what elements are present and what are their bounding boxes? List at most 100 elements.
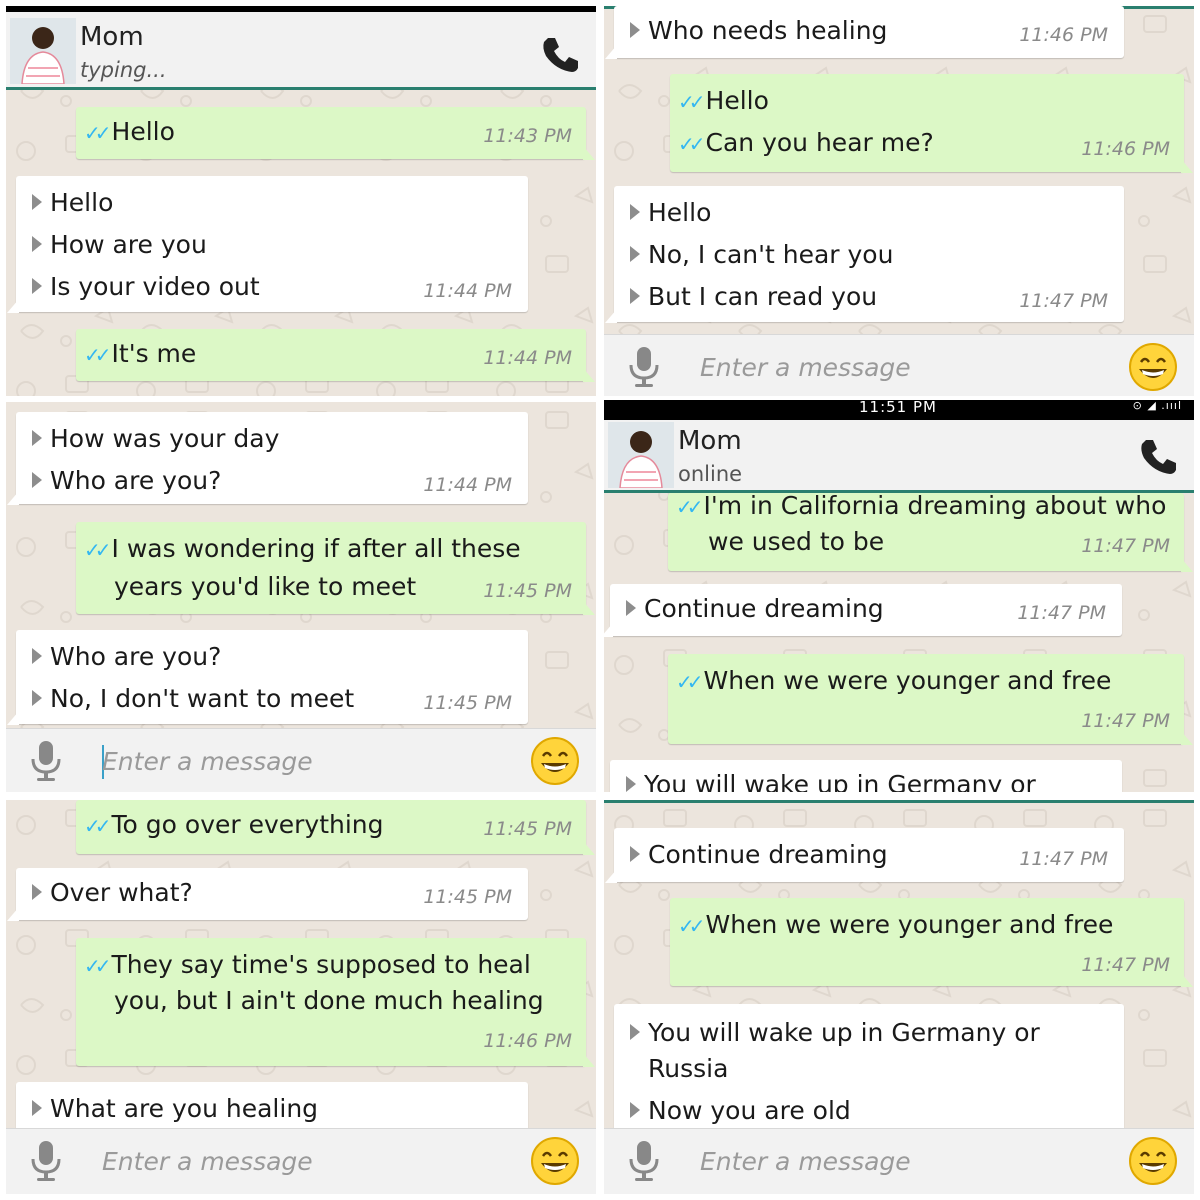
chat-panel-3: How was your day Who are you? 11:44 PM ✓… (6, 402, 596, 792)
message-time: 11:45 PM (483, 580, 572, 602)
message-text: Hello (648, 198, 712, 227)
message-arrow-icon (626, 776, 636, 792)
message-arrow-icon (32, 472, 42, 488)
incoming-message[interactable]: How was your day Who are you? 11:44 PM (7, 412, 528, 505)
message-input[interactable]: Enter a message (102, 747, 313, 776)
outgoing-message[interactable]: ✓✓ I was wondering if after all these yea… (76, 522, 595, 615)
double-check-icon: ✓✓ (84, 343, 111, 367)
message-text: I'm in California dreaming about who (703, 491, 1167, 520)
message-text: It's me (111, 339, 197, 368)
outgoing-message[interactable]: ✓✓ They say time's supposed to heal you, … (76, 938, 595, 1067)
message-arrow-icon (630, 288, 640, 304)
message-time: 11:47 PM (1019, 290, 1108, 312)
message-text: Who are you? (50, 642, 222, 671)
message-text: But I can read you (648, 282, 878, 311)
avatar[interactable] (608, 422, 674, 488)
mic-icon[interactable] (624, 345, 664, 389)
contact-name: Mom (678, 426, 742, 456)
message-time: 11:47 PM (1019, 848, 1108, 870)
message-arrow-icon (630, 1024, 640, 1040)
chat-panel-2: Who needs healing 11:46 PM ✓✓ Hello ✓✓ Can… (604, 6, 1194, 396)
message-text: They say time's supposed to heal (111, 950, 531, 979)
incoming-message[interactable]: Who are you? No, I don't want to meet 11… (7, 630, 528, 725)
double-check-icon: ✓✓ (678, 914, 705, 938)
message-text: Who needs healing (648, 16, 888, 45)
message-input[interactable]: Enter a message (700, 353, 911, 382)
mic-icon[interactable] (26, 1139, 66, 1183)
contact-status: online (678, 462, 743, 486)
message-text: I was wondering if after all these (111, 534, 521, 563)
incoming-message[interactable]: Who needs healing 11:46 PM (605, 6, 1124, 59)
message-arrow-icon (32, 194, 42, 210)
incoming-message[interactable]: Hello How are you Is your video out 11:4… (7, 176, 528, 313)
message-input-bar: Enter a message (6, 1128, 596, 1194)
message-time: 11:43 PM (483, 125, 572, 147)
incoming-message[interactable]: You will wake up in Germany or (610, 760, 1122, 792)
outgoing-message[interactable]: ✓✓ I'm in California dreaming about who w… (668, 491, 1193, 572)
message-text: How are you (50, 230, 207, 259)
incoming-message[interactable]: Continue dreaming 11:47 PM (604, 584, 1122, 637)
message-text: When we were younger and free (703, 666, 1112, 695)
chat-panel-1: Mom typing... ✓✓ Hello 11:43 PM Hello How… (6, 6, 596, 396)
message-text: You will wake up in Germany or (648, 1018, 1040, 1047)
mic-icon[interactable] (624, 1139, 664, 1183)
message-time: 11:47 PM (1081, 954, 1170, 976)
outgoing-message[interactable]: ✓✓ To go over everything 11:45 PM (76, 800, 595, 855)
message-arrow-icon (32, 690, 42, 706)
message-arrow-icon (32, 430, 42, 446)
message-arrow-icon (626, 600, 636, 616)
message-text: When we were younger and free (705, 910, 1114, 939)
emoji-icon[interactable] (1128, 342, 1178, 392)
double-check-icon: ✓✓ (84, 538, 111, 562)
emoji-icon[interactable] (530, 736, 580, 786)
message-time: 11:44 PM (423, 280, 512, 302)
emoji-icon[interactable] (1128, 1136, 1178, 1186)
contact-status: typing... (80, 58, 167, 82)
incoming-message[interactable]: What are you healing (16, 1082, 528, 1134)
message-input-bar: Enter a message (6, 728, 596, 792)
outgoing-message[interactable]: ✓✓ Hello ✓✓ Can you hear me? 11:46 PM (670, 74, 1193, 173)
message-text: Hello (111, 117, 175, 146)
outgoing-message[interactable]: ✓✓ Hello 11:43 PM (76, 107, 595, 160)
message-text: You will wake up in Germany or (644, 770, 1036, 792)
message-time: 11:47 PM (1081, 710, 1170, 732)
message-text: Who are you? (50, 466, 222, 495)
outgoing-message[interactable]: ✓✓ When we were younger and free 11:47 PM (670, 898, 1193, 987)
incoming-message[interactable]: Hello No, I can't hear you But I can rea… (605, 186, 1124, 323)
outgoing-message[interactable]: ✓✓ When we were younger and free 11:47 PM (668, 654, 1193, 745)
message-text: Can you hear me? (705, 128, 934, 157)
phone-icon[interactable] (540, 34, 580, 74)
message-arrow-icon (32, 884, 42, 900)
incoming-message[interactable]: Over what? 11:45 PM (7, 868, 528, 921)
message-time: 11:46 PM (1019, 24, 1108, 46)
message-arrow-icon (630, 246, 640, 262)
signal-icons: ⊙ ◢ .ıııl (1132, 400, 1182, 412)
message-text: Hello (705, 86, 769, 115)
message-text: To go over everything (111, 810, 384, 839)
message-time: 11:46 PM (483, 1030, 572, 1052)
chat-header[interactable]: Mom typing... (6, 12, 596, 90)
message-arrow-icon (630, 846, 640, 862)
message-arrow-icon (630, 1102, 640, 1118)
message-arrow-icon (630, 204, 640, 220)
message-arrow-icon (32, 278, 42, 294)
chat-panel-5: ✓✓ To go over everything 11:45 PM Over wh… (6, 800, 596, 1194)
message-input[interactable]: Enter a message (700, 1147, 911, 1176)
status-bar: 11:51 PM ⊙ ◢ .ıııl (604, 400, 1194, 420)
emoji-icon[interactable] (530, 1136, 580, 1186)
contact-name: Mom (80, 22, 144, 52)
message-input[interactable]: Enter a message (102, 1147, 313, 1176)
double-check-icon: ✓✓ (84, 121, 111, 145)
message-text: Continue dreaming (644, 594, 884, 623)
incoming-message[interactable]: Continue dreaming 11:47 PM (605, 828, 1124, 883)
message-time: 11:46 PM (1081, 138, 1170, 160)
mic-icon[interactable] (26, 739, 66, 783)
incoming-message[interactable]: You will wake up in Germany or Russia No… (614, 1004, 1124, 1134)
avatar[interactable] (10, 18, 76, 84)
phone-icon[interactable] (1138, 436, 1178, 476)
message-text: How was your day (50, 424, 280, 453)
chat-panel-6: Continue dreaming 11:47 PM ✓✓ When we wer… (604, 800, 1194, 1194)
message-text: Over what? (50, 878, 193, 907)
chat-header[interactable]: Mom online (604, 420, 1194, 493)
outgoing-message[interactable]: ✓✓ It's me 11:44 PM (76, 329, 595, 382)
